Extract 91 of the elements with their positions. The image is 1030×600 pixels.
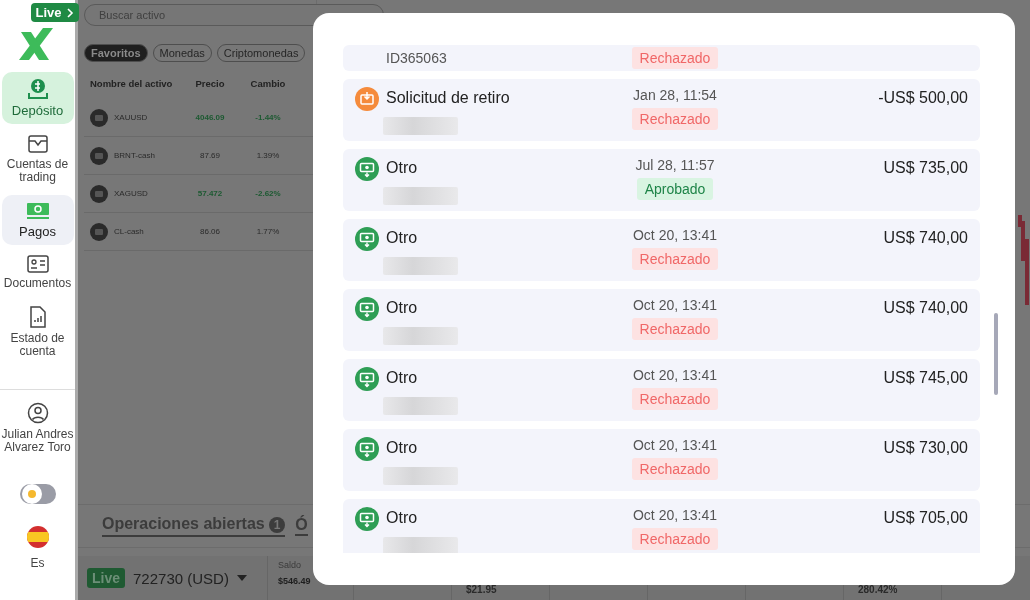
document-chart-icon bbox=[28, 306, 47, 329]
sidebar-item[interactable]: Estado de cuenta bbox=[1, 300, 74, 365]
wallet-icon bbox=[26, 134, 49, 155]
price-cell-text: 4046.09 bbox=[194, 113, 226, 122]
transaction-row[interactable]: ID365063 Rechazado bbox=[343, 45, 980, 71]
transaction-amount: -US$ 500,00 bbox=[878, 89, 968, 106]
transaction-amount: US$ 740,00 bbox=[883, 229, 968, 246]
price-cell-text: 86.06 bbox=[199, 227, 221, 236]
transaction-amount: US$ 745,00 bbox=[883, 369, 968, 386]
stat-value: $21.95 bbox=[466, 584, 498, 595]
transaction-title: Otro bbox=[386, 438, 419, 458]
transaction-id: ID365063 bbox=[385, 50, 448, 66]
transaction-title: Otro bbox=[386, 298, 419, 318]
asset-icon bbox=[90, 108, 108, 127]
status-badge: Rechazado bbox=[631, 318, 719, 340]
column-header[interactable]: Nombre del activo bbox=[84, 78, 182, 89]
sun-icon bbox=[21, 483, 42, 504]
transaction-row[interactable]: Solicitud de retiro Jan 28, 11:54 Rechazado -US$ 500,00 bbox=[343, 79, 980, 141]
withdrawal-icon bbox=[355, 87, 379, 111]
change-cell-text: 1.77% bbox=[255, 227, 281, 236]
transaction-date: Oct 20, 13:41 bbox=[632, 367, 718, 384]
status-badge: Rechazado bbox=[631, 47, 719, 69]
sidebar-item[interactable]: Depósito bbox=[1, 72, 74, 125]
status-badge: Aprobado bbox=[636, 178, 714, 200]
price-cell-text: 87.69 bbox=[199, 151, 221, 160]
id-card-icon bbox=[26, 254, 49, 273]
user-icon bbox=[26, 401, 49, 424]
sidebar-item[interactable]: Cuentas de trading bbox=[1, 128, 74, 191]
status-badge: Rechazado bbox=[631, 458, 719, 480]
transaction-title: Otro bbox=[386, 368, 419, 388]
transaction-amount: US$ 735,00 bbox=[883, 159, 968, 176]
transaction-title: Otro bbox=[386, 158, 419, 178]
transaction-date: Jan 28, 11:54 bbox=[633, 87, 717, 104]
caret-icon bbox=[236, 575, 247, 581]
sidebar-item[interactable]: Pagos bbox=[1, 194, 74, 245]
transaction-amount: US$ 740,00 bbox=[883, 299, 968, 316]
column-header[interactable]: Cambio bbox=[238, 78, 298, 89]
live-badge[interactable]: Live bbox=[30, 3, 79, 22]
price-cell-text: 57.472 bbox=[196, 189, 224, 198]
change-cell-text: 1.39% bbox=[255, 151, 281, 160]
transaction-date: Oct 20, 13:41 bbox=[632, 507, 718, 524]
asset-name: XAGUSD bbox=[114, 189, 148, 198]
transaction-title: Otro bbox=[386, 228, 419, 248]
asset-icon bbox=[90, 222, 108, 241]
asset-name: XAUUSD bbox=[114, 113, 148, 122]
cash-icon bbox=[355, 367, 379, 391]
logo-icon bbox=[18, 28, 53, 60]
filter-tab[interactable]: Favoritos bbox=[84, 44, 148, 62]
transaction-date: Oct 20, 13:41 bbox=[632, 227, 718, 244]
transaction-row[interactable]: Otro Oct 20, 13:41 Rechazado US$ 740,00 bbox=[343, 289, 980, 351]
transaction-row[interactable]: Otro Oct 20, 13:41 Rechazado US$ 740,00 bbox=[343, 219, 980, 281]
transaction-title: Otro bbox=[386, 508, 419, 528]
asset-name: BRNT-cash bbox=[114, 151, 155, 160]
cash-icon bbox=[355, 507, 379, 531]
change-cell-text: -2.62% bbox=[254, 189, 282, 198]
asset-icon bbox=[90, 146, 108, 165]
profile-item[interactable]: Julian Andres Alvarez Toro bbox=[0, 401, 75, 454]
cash-icon bbox=[355, 297, 379, 321]
cash-icon bbox=[25, 200, 50, 221]
scrollbar-thumb[interactable] bbox=[994, 313, 998, 395]
transaction-date: Oct 20, 13:41 bbox=[632, 437, 718, 454]
asset-name: CL-cash bbox=[114, 227, 144, 236]
flag-icon bbox=[26, 525, 49, 548]
language-item[interactable]: Es bbox=[26, 525, 49, 570]
transaction-row[interactable]: Otro Jul 28, 11:57 Aprobado US$ 735,00 bbox=[343, 149, 980, 211]
column-header[interactable]: Precio bbox=[182, 78, 238, 89]
transaction-date: Oct 20, 13:41 bbox=[632, 297, 718, 314]
transaction-title: Solicitud de retiro bbox=[386, 88, 511, 108]
status-badge: Rechazado bbox=[631, 108, 719, 130]
transaction-row[interactable]: Otro Oct 20, 13:41 Rechazado US$ 730,00 bbox=[343, 429, 980, 491]
change-cell-text: -1.44% bbox=[254, 113, 282, 122]
stat-value: 280.42% bbox=[858, 584, 899, 595]
transaction-amount: US$ 730,00 bbox=[883, 439, 968, 456]
money-bag-icon bbox=[26, 78, 49, 100]
transaction-row[interactable]: Otro Oct 20, 13:41 Rechazado US$ 745,00 bbox=[343, 359, 980, 421]
transaction-date: Jul 28, 11:57 bbox=[635, 157, 715, 174]
status-badge: Rechazado bbox=[631, 388, 719, 410]
cash-icon bbox=[355, 227, 379, 251]
transaction-amount: US$ 705,00 bbox=[883, 509, 968, 526]
asset-icon bbox=[90, 184, 108, 203]
cash-icon bbox=[355, 157, 379, 181]
theme-toggle[interactable] bbox=[19, 483, 56, 504]
transaction-row[interactable]: Otro Oct 20, 13:41 Rechazado US$ 705,00 bbox=[343, 499, 980, 553]
balance-value: $546.49 bbox=[278, 576, 312, 586]
status-badge: Rechazado bbox=[631, 528, 719, 550]
chevron-icon bbox=[66, 7, 74, 18]
status-badge: Rechazado bbox=[631, 248, 719, 270]
sidebar-item[interactable]: Documentos bbox=[1, 248, 74, 297]
live-badge: Live bbox=[87, 568, 125, 588]
cash-icon bbox=[355, 437, 379, 461]
count-badge: 1 bbox=[269, 517, 286, 533]
